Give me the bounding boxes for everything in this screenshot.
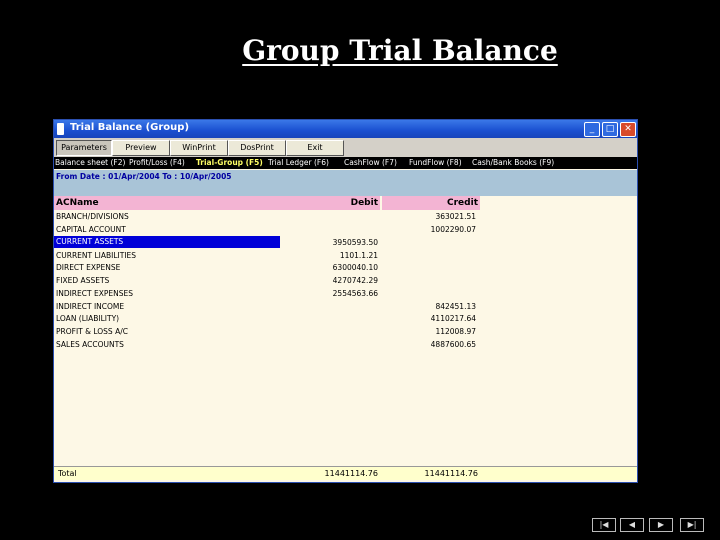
column-header-acname[interactable]: ACName — [54, 196, 336, 210]
previous-slide-button[interactable]: ◀ — [620, 518, 644, 532]
row-debit: 3950593.50 — [332, 238, 378, 247]
row-name: CURRENT ASSETS — [56, 237, 124, 246]
row-credit: 1002290.07 — [430, 225, 476, 234]
row-name: BRANCH/DIVISIONS — [56, 212, 129, 221]
total-debit: 11441114.76 — [324, 469, 378, 478]
menu-fundflow[interactable]: FundFlow (F8) — [409, 158, 462, 167]
row-name: DIRECT EXPENSE — [56, 263, 121, 272]
row-credit: 363021.51 — [435, 212, 476, 221]
date-range-label: From Date : 01/Apr/2004 To : 10/Apr/2005 — [56, 172, 232, 181]
row-debit: 6300040.10 — [332, 263, 378, 272]
row-name: CAPITAL ACCOUNT — [56, 225, 126, 234]
preview-button[interactable]: Preview — [112, 140, 170, 156]
row-debit: 4270742.29 — [332, 276, 378, 285]
close-button[interactable]: ✕ — [620, 122, 636, 137]
row-credit: 842451.13 — [435, 302, 476, 311]
minimize-button[interactable]: _ — [584, 122, 600, 137]
window-title: Trial Balance (Group) — [70, 122, 190, 133]
row-name: INDIRECT EXPENSES — [56, 289, 133, 298]
parameters-button[interactable]: Parameters — [56, 140, 112, 156]
next-slide-button[interactable]: ▶ — [649, 518, 673, 532]
row-name: FIXED ASSETS — [56, 276, 110, 285]
row-name: CURRENT LIABILITIES — [56, 251, 137, 260]
app-icon — [57, 123, 64, 135]
row-credit: 4110217.64 — [430, 314, 476, 323]
column-header-credit[interactable]: Credit — [382, 196, 480, 210]
row-name: SALES ACCOUNTS — [56, 340, 124, 349]
menu-balance-sheet[interactable]: Balance sheet (F2) — [55, 158, 125, 167]
row-credit: 112008.97 — [435, 327, 476, 336]
first-slide-button[interactable]: |◀ — [592, 518, 616, 532]
window-titlebar[interactable]: Trial Balance (Group) _ □ ✕ — [54, 120, 637, 138]
date-range-bar: From Date : 01/Apr/2004 To : 10/Apr/2005 — [54, 170, 637, 196]
dosprint-button[interactable]: DosPrint — [228, 140, 286, 156]
row-name: INDIRECT INCOME — [56, 302, 125, 311]
menu-trial-ledger[interactable]: Trial Ledger (F6) — [268, 158, 329, 167]
last-slide-button[interactable]: ▶| — [680, 518, 704, 532]
row-name: PROFIT & LOSS A/C — [56, 327, 128, 336]
row-debit: 2554563.66 — [332, 289, 378, 298]
row-name: LOAN (LIABILITY) — [56, 314, 120, 323]
toolbar: Parameters Preview WinPrint DosPrint Exi… — [54, 138, 637, 157]
menu-cashflow[interactable]: CashFlow (F7) — [344, 158, 397, 167]
menu-cash-bank-books[interactable]: Cash/Bank Books (F9) — [472, 158, 554, 167]
menu-trial-group[interactable]: Trial-Group (F5) — [196, 158, 263, 167]
maximize-button[interactable]: □ — [602, 122, 618, 137]
total-row: Total 11441114.76 11441114.76 — [54, 466, 637, 480]
column-header-debit[interactable]: Debit — [336, 196, 380, 210]
slide-title: Group Trial Balance — [242, 34, 558, 67]
report-menu: Balance sheet (F2) Profit/Loss (F4) Tria… — [54, 157, 637, 169]
row-debit: 1101.1.21 — [339, 251, 378, 260]
row-credit: 4887600.65 — [430, 340, 476, 349]
trial-balance-window: Trial Balance (Group) _ □ ✕ Parameters P… — [53, 119, 638, 483]
exit-button[interactable]: Exit — [286, 140, 344, 156]
winprint-button[interactable]: WinPrint — [170, 140, 228, 156]
menu-profit-loss[interactable]: Profit/Loss (F4) — [129, 158, 185, 167]
total-credit: 11441114.76 — [424, 469, 478, 478]
total-label: Total — [58, 469, 77, 478]
